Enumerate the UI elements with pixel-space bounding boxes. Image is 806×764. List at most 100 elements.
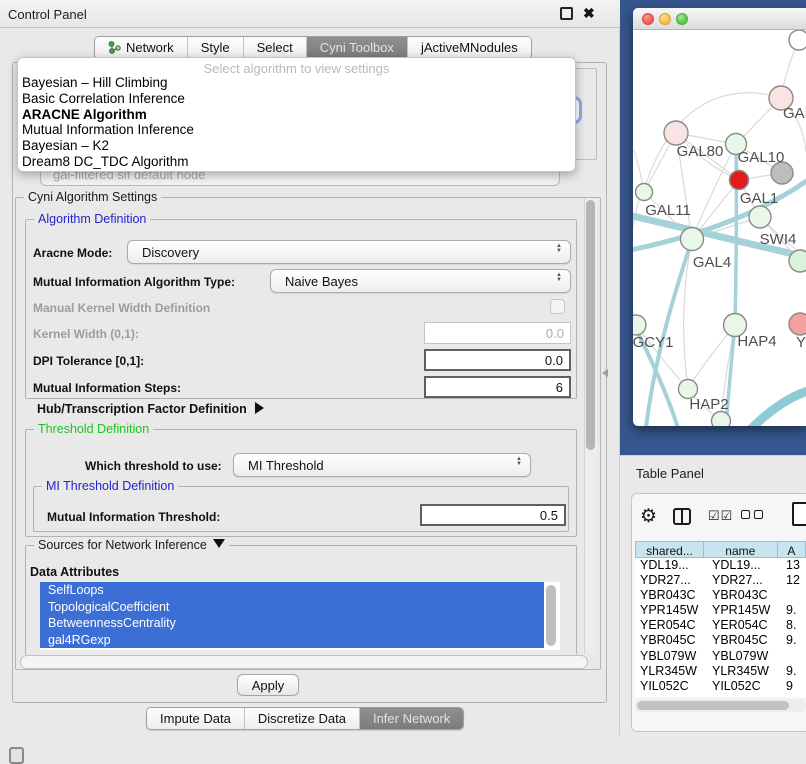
algorithm-option[interactable]: Mutual Information Inference <box>18 122 575 138</box>
network-node-gal4[interactable] <box>681 228 704 251</box>
table-row[interactable]: YPR145WYPR145W9. <box>635 603 806 618</box>
select-all-checkboxes-icon[interactable]: ☑☑ <box>708 508 733 524</box>
tab-cyni-toolbox[interactable]: Cyni Toolbox <box>306 37 407 58</box>
tab-discretize-data-label: Discretize Data <box>258 711 346 726</box>
network-view-window[interactable]: GAL GAL80 GAL10 GAL1 GAL11 SWI4 GAL4 GCY… <box>633 8 806 426</box>
attributes-scrollbar-thumb[interactable] <box>546 585 556 646</box>
dpi-tolerance-field[interactable]: 0.0 <box>424 349 571 371</box>
network-node[interactable] <box>789 30 806 50</box>
which-threshold-combobox[interactable]: MI Threshold ▲▼ <box>233 453 531 477</box>
table-body: YDL19...YDL19...13 YDR27...YDR27...12 YB… <box>635 558 806 697</box>
aracne-mode-combobox[interactable]: Discovery ▲▼ <box>127 240 571 264</box>
settings-scrollbar-thumb[interactable] <box>586 200 595 450</box>
cell-col3: 8. <box>786 618 806 633</box>
algorithm-option-selected[interactable]: ARACNE Algorithm <box>18 107 575 123</box>
empty-checkbox-icon <box>741 510 750 519</box>
network-node[interactable] <box>789 250 806 272</box>
cell-col3: 9 <box>786 679 806 694</box>
minimized-panel-icon[interactable] <box>9 747 24 764</box>
table-row[interactable]: YLR345WYLR345W9. <box>635 664 806 679</box>
table-hscrollbar-thumb[interactable] <box>637 701 789 710</box>
mi-threshold-field[interactable]: 0.5 <box>420 504 566 526</box>
cell-col3: 13 <box>786 558 806 573</box>
network-window-titlebar[interactable] <box>633 8 806 30</box>
tab-discretize-data[interactable]: Discretize Data <box>244 708 359 729</box>
control-panel-title: Control Panel <box>8 7 87 22</box>
table-row[interactable]: YER054CYER054C8. <box>635 618 806 633</box>
split-divider-grip[interactable] <box>602 369 608 377</box>
apply-button[interactable]: Apply <box>237 674 299 696</box>
horizontal-scrollbar-track[interactable] <box>20 655 588 669</box>
mi-type-label: Mutual Information Algorithm Type: <box>33 275 235 289</box>
which-threshold-value: MI Threshold <box>248 458 324 473</box>
table-row[interactable]: YBR045CYBR045C9. <box>635 633 806 648</box>
mi-threshold-group-title: MI Threshold Definition <box>42 479 178 493</box>
tab-style[interactable]: Style <box>187 37 243 58</box>
hub-definition-toggle[interactable]: Hub/Transcription Factor Definition <box>37 402 264 416</box>
mi-type-combobox[interactable]: Naive Bayes ▲▼ <box>270 269 571 293</box>
mi-type-value: Naive Bayes <box>285 274 358 289</box>
tab-jactivemnodules-label: jActiveMNodules <box>421 40 518 55</box>
attribute-item[interactable]: gal4RGexp <box>40 632 544 649</box>
network-node-gal1[interactable] <box>749 206 771 228</box>
table-mode-icon[interactable] <box>792 502 806 526</box>
attribute-item[interactable]: BetweennessCentrality <box>40 615 544 632</box>
column-header-shared-name[interactable]: shared... <box>635 541 704 558</box>
tab-infer-network[interactable]: Infer Network <box>359 708 463 729</box>
float-window-icon[interactable] <box>560 7 573 20</box>
network-node-red[interactable] <box>730 171 749 190</box>
table-row[interactable]: YBR043CYBR043C <box>635 588 806 603</box>
sources-group-title[interactable]: Sources for Network Inference <box>34 538 229 552</box>
cell-col3 <box>786 649 806 664</box>
close-traffic-light-icon[interactable] <box>642 13 654 25</box>
tab-select[interactable]: Select <box>243 37 306 58</box>
dpi-tolerance-label: DPI Tolerance [0,1]: <box>33 354 144 368</box>
attribute-item[interactable]: SelfLoops <box>40 582 544 599</box>
table-row[interactable]: YIL052CYIL052C9 <box>635 679 806 694</box>
deselect-all-checkboxes-icon[interactable] <box>741 510 763 519</box>
algorithm-option[interactable]: Bayesian – Hill Climbing <box>18 75 575 91</box>
attribute-item[interactable]: TopologicalCoefficient <box>40 599 544 616</box>
network-node-gal80[interactable] <box>664 121 688 145</box>
tab-impute-data[interactable]: Impute Data <box>147 708 244 729</box>
network-node[interactable] <box>789 313 806 335</box>
algorithm-option[interactable]: Dream8 DC_TDC Algorithm <box>18 154 575 170</box>
cell-col3: 9. <box>786 664 806 679</box>
node-label: HAP4 <box>737 333 776 350</box>
node-label: SWI4 <box>760 231 797 248</box>
cell-col3 <box>786 588 806 603</box>
gear-icon[interactable]: ⚙ <box>640 505 657 528</box>
minimize-traffic-light-icon[interactable] <box>659 13 671 25</box>
expanded-arrow-icon <box>213 539 225 548</box>
column-header-name[interactable]: name <box>704 541 778 558</box>
node-label: GAL <box>783 105 806 122</box>
cell-col3: 9. <box>786 603 806 618</box>
network-tab-icon <box>108 41 121 54</box>
table-row[interactable]: YDR27...YDR27...12 <box>635 573 806 588</box>
close-icon[interactable]: ✖ <box>583 5 595 22</box>
aracne-mode-label: Aracne Mode: <box>33 246 112 260</box>
mi-steps-field[interactable]: 6 <box>424 376 571 398</box>
tab-jactivemnodules[interactable]: jActiveMNodules <box>407 37 531 58</box>
tab-network[interactable]: Network <box>95 37 187 58</box>
network-node-gal11[interactable] <box>636 184 653 201</box>
node-label: GAL11 <box>645 202 691 219</box>
cell-shared: YPR145W <box>635 603 708 618</box>
algorithm-option[interactable]: Basic Correlation Inference <box>18 91 575 107</box>
cell-shared: YBR045C <box>635 633 708 648</box>
column-header-partial[interactable]: A <box>778 541 806 558</box>
network-canvas[interactable]: GAL GAL80 GAL10 GAL1 GAL11 SWI4 GAL4 GCY… <box>633 30 806 426</box>
zoom-traffic-light-icon[interactable] <box>676 13 688 25</box>
bottom-tabs: Impute Data Discretize Data Infer Networ… <box>146 707 464 730</box>
kernel-width-field[interactable]: 0.0 <box>424 322 571 344</box>
algorithm-option[interactable]: Bayesian – K2 <box>18 138 575 154</box>
split-columns-icon[interactable] <box>673 508 691 525</box>
manual-kernel-checkbox[interactable] <box>550 299 565 314</box>
cell-col3: 12 <box>786 573 806 588</box>
table-panel-title: Table Panel <box>636 466 704 481</box>
table-row[interactable]: YDL19...YDL19...13 <box>635 558 806 573</box>
table-row[interactable]: YBL079WYBL079W <box>635 649 806 664</box>
network-node-gcy1[interactable] <box>633 315 646 335</box>
network-node[interactable] <box>712 412 731 427</box>
sources-title-label: Sources for Network Inference <box>38 538 207 552</box>
